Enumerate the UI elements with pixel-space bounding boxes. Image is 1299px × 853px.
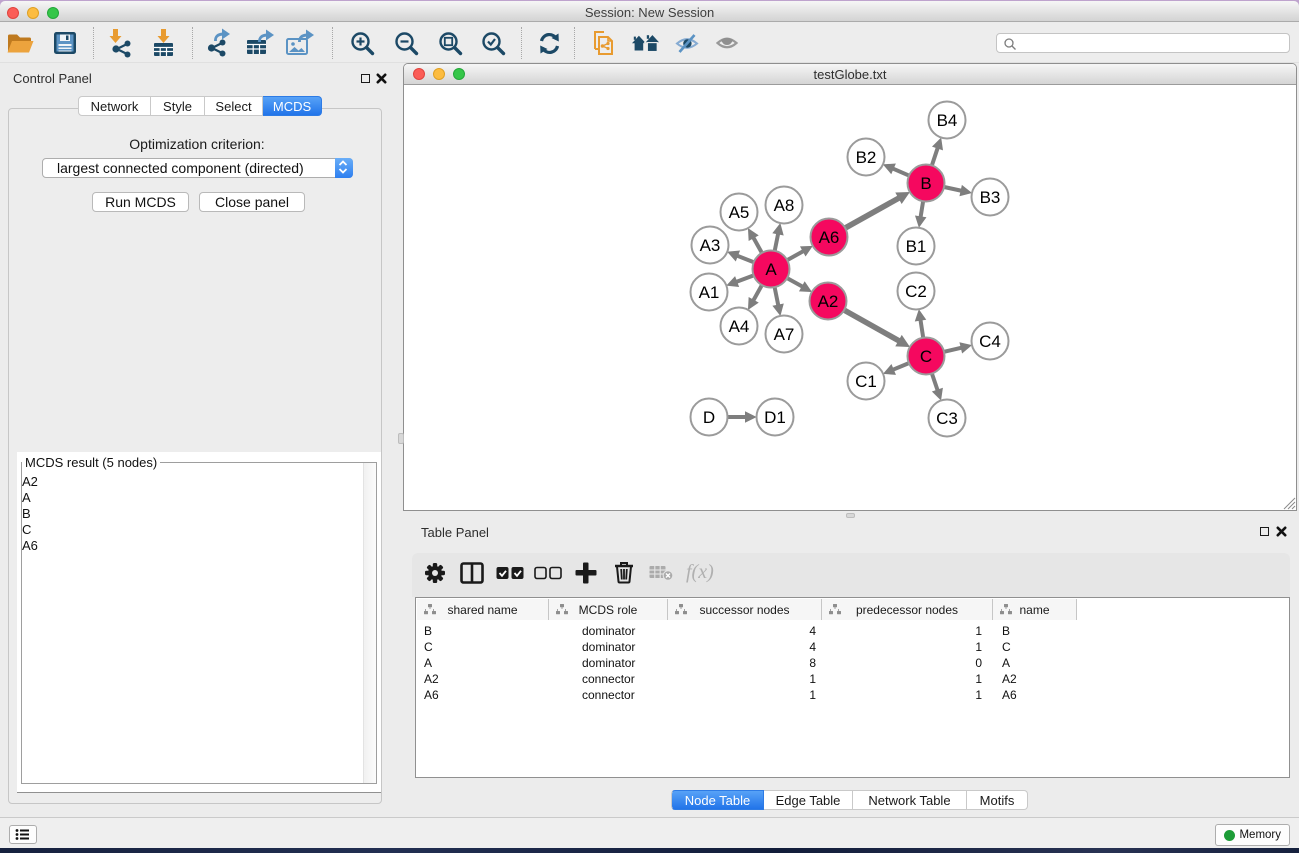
svg-text:A6: A6 [819, 228, 840, 247]
svg-text:C: C [920, 347, 932, 366]
svg-text:C4: C4 [979, 332, 1001, 351]
svg-text:C2: C2 [905, 282, 927, 301]
svg-text:A5: A5 [729, 203, 750, 222]
svg-text:B4: B4 [937, 111, 958, 130]
svg-text:A7: A7 [774, 325, 795, 344]
svg-text:A4: A4 [729, 317, 750, 336]
svg-text:B2: B2 [856, 148, 877, 167]
svg-text:A: A [765, 260, 777, 279]
svg-text:C1: C1 [855, 372, 877, 391]
svg-text:B1: B1 [906, 237, 927, 256]
svg-text:D: D [703, 408, 715, 427]
svg-text:A1: A1 [699, 283, 720, 302]
svg-text:B: B [920, 174, 931, 193]
svg-text:B3: B3 [980, 188, 1001, 207]
svg-text:A3: A3 [700, 236, 721, 255]
svg-text:C3: C3 [936, 409, 958, 428]
svg-text:A2: A2 [818, 292, 839, 311]
svg-text:A8: A8 [774, 196, 795, 215]
svg-text:D1: D1 [764, 408, 786, 427]
